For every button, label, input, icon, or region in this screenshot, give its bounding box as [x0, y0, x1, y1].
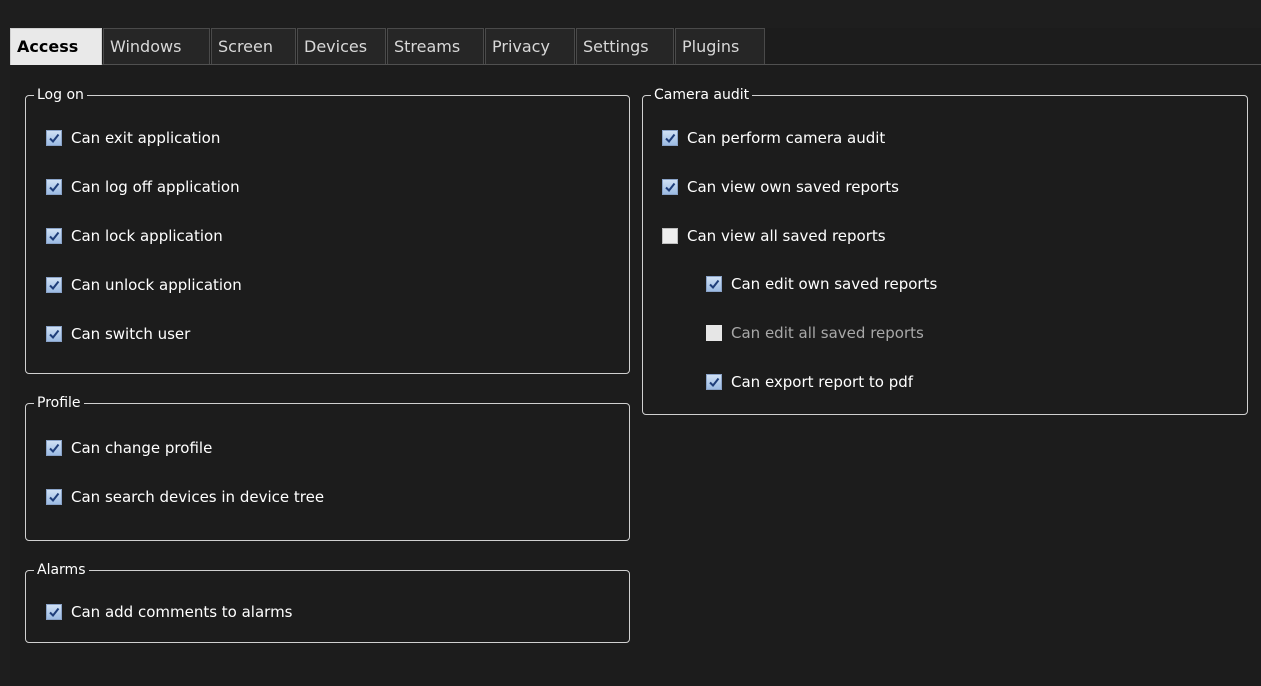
log-on-group-title: Log on: [34, 85, 87, 105]
checkbox-checked-icon: [46, 326, 62, 342]
checkbox-label: Can perform camera audit: [687, 129, 886, 147]
checkbox-can-unlock-application[interactable]: Can unlock application: [46, 274, 242, 296]
checkbox-can-perform-camera-audit[interactable]: Can perform camera audit: [662, 127, 885, 149]
window-top-strip: [0, 0, 1261, 28]
checkbox-label: Can view all saved reports: [687, 227, 886, 245]
tab-screen[interactable]: Screen: [211, 28, 296, 64]
checkbox-can-change-profile[interactable]: Can change profile: [46, 437, 212, 459]
tab-devices[interactable]: Devices: [297, 28, 386, 64]
tab-settings[interactable]: Settings: [576, 28, 674, 64]
checkbox-can-export-report-to-pdf[interactable]: Can export report to pdf: [706, 371, 913, 393]
profile-group-title: Profile: [34, 393, 84, 413]
checkbox-disabled-icon: [706, 325, 722, 341]
checkbox-checked-icon: [46, 489, 62, 505]
checkbox-can-switch-user[interactable]: Can switch user: [46, 323, 190, 345]
tab-privacy[interactable]: Privacy: [485, 28, 575, 64]
checkbox-can-edit-own-saved-reports[interactable]: Can edit own saved reports: [706, 273, 937, 295]
checkbox-label: Can change profile: [71, 439, 213, 457]
checkbox-checked-icon: [46, 130, 62, 146]
tab-bar: Access Windows Screen Devices Streams Pr…: [10, 28, 1261, 65]
checkbox-can-exit-application[interactable]: Can exit application: [46, 127, 220, 149]
checkbox-label: Can add comments to alarms: [71, 603, 293, 621]
checkbox-label: Can lock application: [71, 227, 223, 245]
checkbox-can-edit-all-saved-reports[interactable]: Can edit all saved reports: [706, 322, 924, 344]
checkbox-label: Can search devices in device tree: [71, 488, 325, 506]
tab-access[interactable]: Access: [10, 28, 102, 65]
checkbox-can-lock-application[interactable]: Can lock application: [46, 225, 223, 247]
profile-group: Profile: [25, 393, 630, 541]
checkbox-can-view-own-saved-reports[interactable]: Can view own saved reports: [662, 176, 899, 198]
checkbox-checked-icon: [662, 179, 678, 195]
checkbox-checked-icon: [46, 604, 62, 620]
checkbox-checked-icon: [706, 374, 722, 390]
checkbox-label: Can switch user: [71, 325, 191, 343]
checkbox-can-log-off-application[interactable]: Can log off application: [46, 176, 240, 198]
alarms-group-title: Alarms: [34, 560, 89, 580]
checkbox-label: Can export report to pdf: [731, 373, 914, 391]
tab-windows[interactable]: Windows: [103, 28, 210, 64]
checkbox-checked-icon: [46, 440, 62, 456]
checkbox-checked-icon: [46, 277, 62, 293]
checkbox-label: Can edit own saved reports: [731, 275, 938, 293]
checkbox-checked-icon: [46, 228, 62, 244]
checkbox-checked-icon: [662, 130, 678, 146]
checkbox-label: Can edit all saved reports: [731, 324, 924, 342]
camera-audit-group-title: Camera audit: [651, 85, 753, 105]
checkbox-label: Can exit application: [71, 129, 221, 147]
window-left-edge: [0, 0, 10, 686]
checkbox-can-add-comments-to-alarms[interactable]: Can add comments to alarms: [46, 601, 293, 623]
checkbox-label: Can view own saved reports: [687, 178, 899, 196]
tab-plugins[interactable]: Plugins: [675, 28, 765, 64]
tab-streams[interactable]: Streams: [387, 28, 484, 64]
checkbox-label: Can unlock application: [71, 276, 242, 294]
checkbox-can-view-all-saved-reports[interactable]: Can view all saved reports: [662, 225, 886, 247]
checkbox-checked-icon: [706, 276, 722, 292]
checkbox-label: Can log off application: [71, 178, 240, 196]
checkbox-unchecked-icon: [662, 228, 678, 244]
checkbox-can-search-devices[interactable]: Can search devices in device tree: [46, 486, 324, 508]
checkbox-checked-icon: [46, 179, 62, 195]
